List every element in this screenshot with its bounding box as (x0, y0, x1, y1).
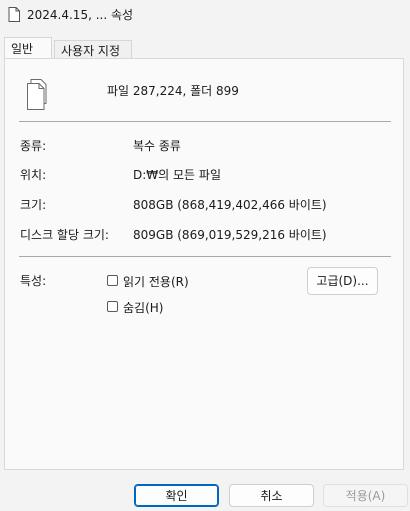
ok-button[interactable]: 확인 (134, 484, 219, 507)
tab-general[interactable]: 일반 (4, 37, 52, 59)
window-title: 2024.4.15, ... 속성 (27, 8, 134, 22)
type-label: 종류: (20, 139, 47, 153)
separator (19, 121, 391, 122)
size-value: 808GB (868,419,402,466 바이트) (133, 198, 327, 212)
readonly-checkbox[interactable] (107, 275, 118, 286)
hidden-checkbox-label[interactable]: 숨김(H) (123, 299, 163, 316)
title-bar: 2024.4.15, ... 속성 (0, 0, 410, 30)
size-label: 크기: (20, 198, 47, 212)
attributes-label: 특성: (20, 274, 47, 288)
readonly-checkbox-label[interactable]: 읽기 전용(R) (123, 273, 189, 290)
size-on-disk-label: 디스크 할당 크기: (20, 228, 109, 242)
cancel-button[interactable]: 취소 (229, 484, 314, 507)
location-label: 위치: (20, 168, 47, 182)
hidden-checkbox[interactable] (107, 301, 118, 312)
advanced-button[interactable]: 고급(D)... (307, 267, 378, 295)
apply-button[interactable]: 적용(A) (323, 484, 408, 507)
general-panel: 파일 287,224, 폴더 899 종류: 복수 종류 위치: D:₩의 모든… (4, 58, 404, 470)
location-value: D:₩의 모든 파일 (133, 168, 221, 182)
separator (19, 256, 391, 257)
size-on-disk-value: 809GB (869,019,529,216 바이트) (133, 228, 327, 242)
type-value: 복수 종류 (133, 139, 181, 153)
tab-customize[interactable]: 사용자 지정 (54, 40, 132, 59)
selection-summary: 파일 287,224, 폴더 899 (107, 84, 239, 98)
multiple-files-icon (25, 77, 55, 111)
document-icon (8, 7, 20, 22)
